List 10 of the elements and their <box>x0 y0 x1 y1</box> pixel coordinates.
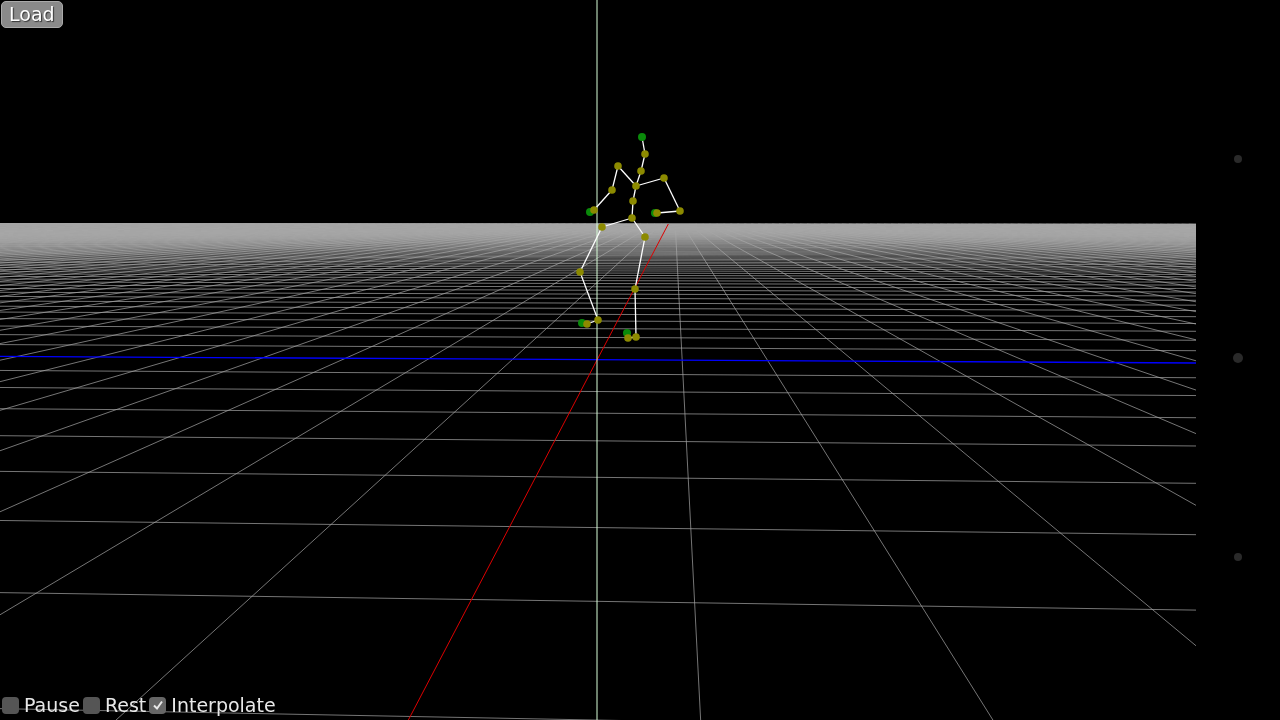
checkbox-label: Interpolate <box>171 694 276 716</box>
checkbox-label: Pause <box>24 694 80 716</box>
dot-icon <box>1234 155 1242 163</box>
checkbox-label: Rest <box>104 694 147 716</box>
checkbox[interactable] <box>2 696 19 714</box>
load-button[interactable]: Load <box>1 1 63 28</box>
checkbox[interactable] <box>82 696 100 714</box>
dot-icon <box>1233 353 1243 363</box>
checkbox[interactable] <box>149 696 167 714</box>
dot-icon <box>1234 553 1242 561</box>
